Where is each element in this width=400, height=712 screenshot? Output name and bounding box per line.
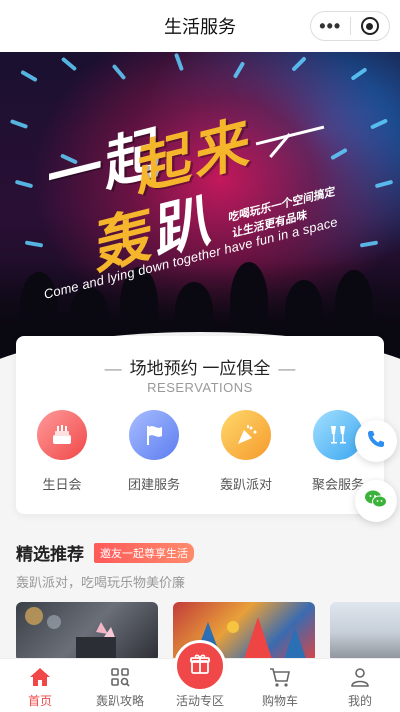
service-team-building[interactable]: 团建服务 — [108, 410, 200, 493]
user-icon — [348, 665, 372, 689]
reservations-title: — 场地预约 一应俱全 — — [104, 359, 296, 378]
recommend-header: 精选推荐 邀友一起尊享生活 — [16, 540, 194, 565]
hero-banner[interactable]: 一起 起来 轰趴 吃喝玩乐一个空间搞定 让生活更有品味 Come and lyi… — [0, 52, 400, 372]
tab-label: 我的 — [347, 694, 372, 708]
service-birthday[interactable]: 生日会 — [16, 410, 108, 493]
cake-icon — [37, 410, 87, 460]
party-popper-icon — [221, 410, 271, 460]
wechat-button[interactable] — [355, 480, 397, 522]
tab-label: 首页 — [27, 694, 52, 708]
grid-search-icon — [108, 665, 132, 689]
tab-label: 购物车 — [261, 694, 298, 708]
recommend-description: 轰趴派对，吃喝玩乐物美价廉 — [16, 575, 186, 590]
cart-icon — [268, 665, 292, 689]
recommend-title: 精选推荐 — [16, 545, 84, 564]
recommend-tag: 邀友一起尊享生活 — [94, 542, 194, 563]
tab-cart[interactable]: 购物车 — [240, 659, 320, 712]
wechat-icon — [364, 488, 388, 515]
reservations-card: — 场地预约 一应俱全 — RESERVATIONS 生日会 团建服务 轰趴派对 聚… — [16, 336, 384, 514]
mini-program-capsule: ••• — [310, 11, 390, 41]
home-icon — [28, 665, 52, 689]
phone-icon — [365, 428, 387, 455]
recommend-card-1[interactable] — [16, 602, 158, 662]
gift-icon — [188, 652, 212, 681]
target-icon — [360, 17, 379, 35]
tab-home[interactable]: 首页 — [0, 659, 80, 712]
service-label: 团建服务 — [127, 477, 180, 492]
recommend-card-3[interactable] — [330, 602, 400, 662]
page-title: 生活服务 — [164, 17, 236, 37]
tab-profile[interactable]: 我的 — [320, 659, 400, 712]
close-button[interactable] — [350, 17, 389, 35]
phone-button[interactable] — [355, 420, 397, 462]
tab-guide[interactable]: 轰趴攻略 — [80, 659, 160, 712]
top-navigation-bar: 生活服务 ••• — [0, 0, 400, 52]
service-party[interactable]: 轰趴派对 — [200, 410, 292, 493]
tab-label: 轰趴攻略 — [95, 694, 144, 708]
more-options-button[interactable]: ••• — [311, 12, 350, 40]
service-label: 轰趴派对 — [219, 477, 272, 492]
reservations-subtitle: RESERVATIONS — [147, 380, 253, 395]
service-label: 聚会服务 — [311, 477, 364, 492]
service-label: 生日会 — [42, 477, 82, 492]
flag-icon — [129, 410, 179, 460]
tab-label: 活动专区 — [175, 694, 224, 708]
service-list: 生日会 团建服务 轰趴派对 聚会服务 — [16, 410, 384, 493]
events-center-button[interactable] — [174, 640, 226, 692]
